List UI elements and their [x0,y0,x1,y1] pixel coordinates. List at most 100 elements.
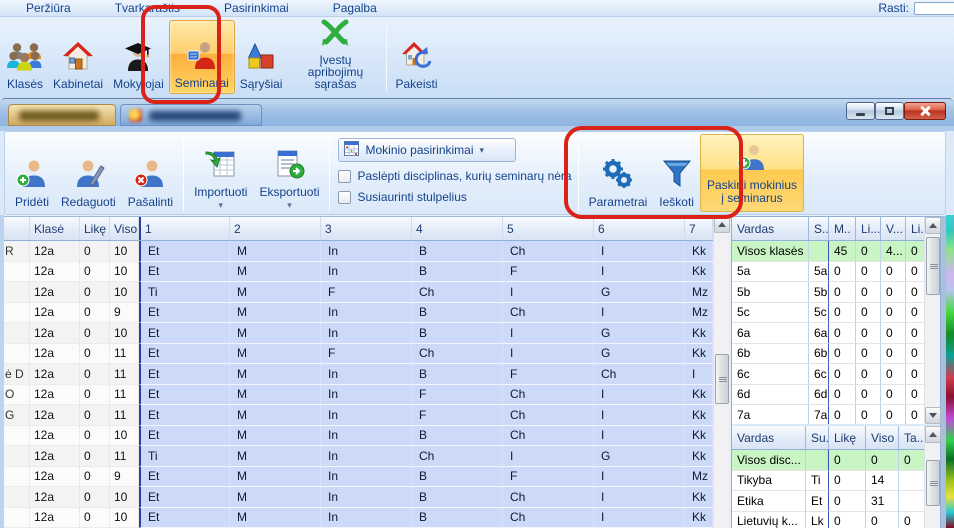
row-label-cell[interactable] [4,303,30,324]
cell[interactable]: Lietuvių k... [732,512,806,528]
subject-cell[interactable]: I [594,405,685,426]
column-header[interactable]: Vardas [732,426,806,449]
table-row[interactable]: 6b6b0000 [732,344,940,365]
cell[interactable]: 0 [881,262,906,283]
subject-cell[interactable]: Ch [412,344,503,365]
subject-cell[interactable]: Kk [685,344,713,365]
subject-cell[interactable]: In [321,446,412,467]
row-label-cell[interactable]: ė D [4,364,30,385]
row-label-cell[interactable]: 0 [80,241,110,262]
cell[interactable]: 0 [856,303,881,324]
row-label-cell[interactable] [4,446,30,467]
cell[interactable]: 4... [881,241,906,262]
cell[interactable]: 0 [856,385,881,406]
export-button[interactable]: Eksportuoti ▾ [253,134,325,212]
column-header[interactable]: Ta... [899,426,926,449]
row-label-cell[interactable]: 11 [110,405,139,426]
subject-cell[interactable]: Ch [503,508,594,528]
row-label-cell[interactable]: R [4,241,30,262]
cell[interactable]: 6a [809,323,829,344]
subject-cell[interactable]: B [412,303,503,324]
subject-cell[interactable]: Et [139,426,230,447]
search-filter-button[interactable]: Ieškoti [653,134,700,212]
subject-cell[interactable]: Et [139,385,230,406]
subject-cell[interactable]: Ti [139,446,230,467]
scroll-up-button[interactable] [925,426,941,443]
row-label-cell[interactable] [4,344,30,365]
subject-cell[interactable]: Ch [503,385,594,406]
subject-cell[interactable]: I [594,241,685,262]
subject-cell[interactable]: F [503,262,594,283]
row-label-cell[interactable] [4,508,30,528]
cell[interactable]: 0 [906,323,926,344]
row-label-cell[interactable]: 0 [80,405,110,426]
row-label-cell[interactable]: 10 [110,487,139,508]
column-header[interactable]: Su... [806,426,829,449]
chevron-down-icon[interactable]: ▾ [287,201,292,209]
subject-cell[interactable]: B [412,241,503,262]
subject-cell[interactable]: In [321,303,412,324]
cell[interactable]: 0 [906,364,926,385]
subject-cell[interactable]: Et [139,364,230,385]
cell[interactable]: 31 [866,491,899,512]
cell[interactable]: Ti [806,471,829,492]
row-label-cell[interactable]: 10 [110,508,139,528]
ribbon-button-kabinetai[interactable]: Kabinetai [48,20,108,94]
cell[interactable]: 0 [881,282,906,303]
subject-cell[interactable]: Ch [594,364,685,385]
cell[interactable]: 0 [829,323,856,344]
cell[interactable]: 6d [809,385,829,406]
subject-cell[interactable]: I [594,426,685,447]
cell[interactable]: 0 [856,323,881,344]
row-label-cell[interactable]: O [4,385,30,406]
cell[interactable]: 6c [732,364,809,385]
subject-cell[interactable]: Kk [685,385,713,406]
subject-cell[interactable]: G [594,446,685,467]
subject-cell[interactable]: M [230,344,321,365]
cell[interactable]: 0 [906,241,926,262]
cell[interactable]: 0 [899,512,926,528]
subject-cell[interactable]: Mz [685,303,713,324]
cell[interactable]: 0 [829,262,856,283]
cell[interactable]: 0 [881,385,906,406]
table-row[interactable]: 12a09EtMInBChIMz [4,303,713,324]
subject-cell[interactable]: M [230,487,321,508]
scrollbar-thumb[interactable] [926,460,940,506]
add-button[interactable]: Pridėti [9,134,55,212]
row-label-cell[interactable]: 10 [110,262,139,283]
table-row[interactable]: 12a010EtMInBChIKk [4,426,713,447]
cell[interactable]: 0 [829,282,856,303]
cell[interactable]: 5b [732,282,809,303]
subject-cell[interactable]: Kk [685,405,713,426]
column-header[interactable]: Li... [906,217,926,240]
cell[interactable]: Lk [806,512,829,528]
column-header[interactable]: S... [809,217,829,240]
subject-cell[interactable]: Ch [412,282,503,303]
ribbon-button-pakeisti[interactable]: Pakeisti [390,20,442,94]
cell[interactable]: 6a [732,323,809,344]
table-row[interactable]: 5a5a0000 [732,262,940,283]
row-label-cell[interactable]: 0 [80,426,110,447]
ribbon-button-mokytojai[interactable]: Mokytojai [108,20,169,94]
subject-cell[interactable]: In [321,467,412,488]
cell[interactable]: 0 [829,491,866,512]
scrollbar-thumb[interactable] [926,237,940,295]
subject-cell[interactable]: F [321,282,412,303]
subject-cell[interactable]: B [412,426,503,447]
checkbox-icon[interactable] [338,170,351,183]
ribbon-button-apribojimu-sarasas[interactable]: Įvestų apribojimų sąrašas [287,20,383,94]
row-label-cell[interactable]: 11 [110,385,139,406]
subject-cell[interactable]: M [230,262,321,283]
subject-cell[interactable]: Et [139,323,230,344]
subject-cell[interactable]: Ch [412,446,503,467]
subject-cell[interactable]: Kk [685,241,713,262]
subject-cell[interactable]: In [321,508,412,528]
cell[interactable]: 5a [732,262,809,283]
subject-cell[interactable]: Ch [503,487,594,508]
subject-cell[interactable]: B [412,262,503,283]
narrow-columns-checkbox-row[interactable]: Susiaurinti stulpelius [338,190,571,204]
menu-item-pagalba[interactable]: Pagalba [317,1,393,15]
menu-item-pasirinkimai[interactable]: Pasirinkimai [208,1,305,15]
table-row[interactable]: O12a011EtMInFChIKk [4,385,713,406]
table-row[interactable]: Lietuvių k...Lk000 [732,512,940,528]
